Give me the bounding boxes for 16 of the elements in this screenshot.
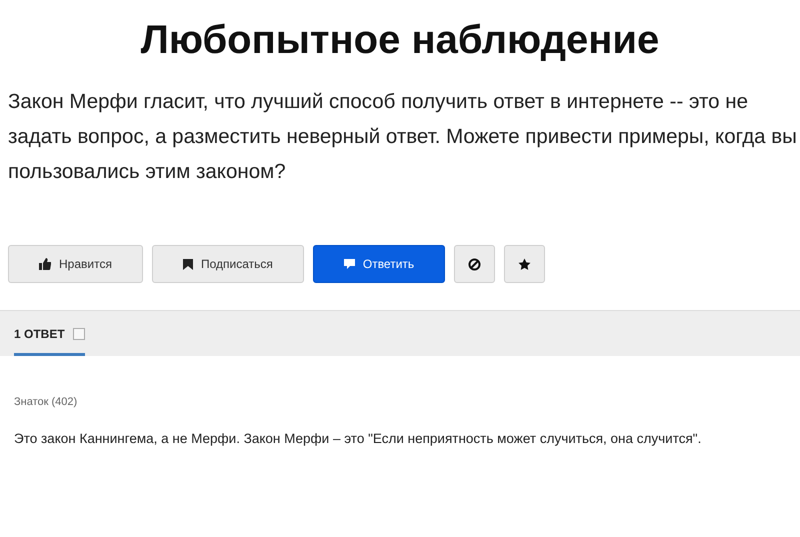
speech-bubble-icon [344, 258, 355, 270]
answer-text: Это закон Каннингема, а не Мерфи. Закон Мерфи – это "Если неприятность может случиться, она случится". [14, 430, 702, 448]
page-title: Любопытное наблюдение [140, 17, 660, 64]
like-button[interactable]: Нравится [8, 245, 143, 283]
bookmark-icon [182, 258, 193, 270]
info-icon [72, 328, 85, 340]
subscribe-button[interactable]: Подписаться [152, 245, 304, 283]
answer-author: Знаток (402) [14, 396, 78, 408]
ban-icon [468, 258, 482, 270]
favorite-button[interactable] [504, 245, 546, 283]
thumbs-up-icon [39, 258, 51, 270]
block-button[interactable] [454, 245, 496, 283]
question-text: Закон Мерфи гласит, что лучший способ получить ответ в интернете -- это не задать вопрос, а разместить неверный ответ. Можете привести примеры, когда вы пользовались этим законом? [8, 89, 798, 185]
star-icon [518, 258, 532, 270]
reply-button[interactable]: Ответить [312, 245, 446, 283]
answers-tab[interactable]: 1 ОТВЕТ [14, 311, 85, 356]
